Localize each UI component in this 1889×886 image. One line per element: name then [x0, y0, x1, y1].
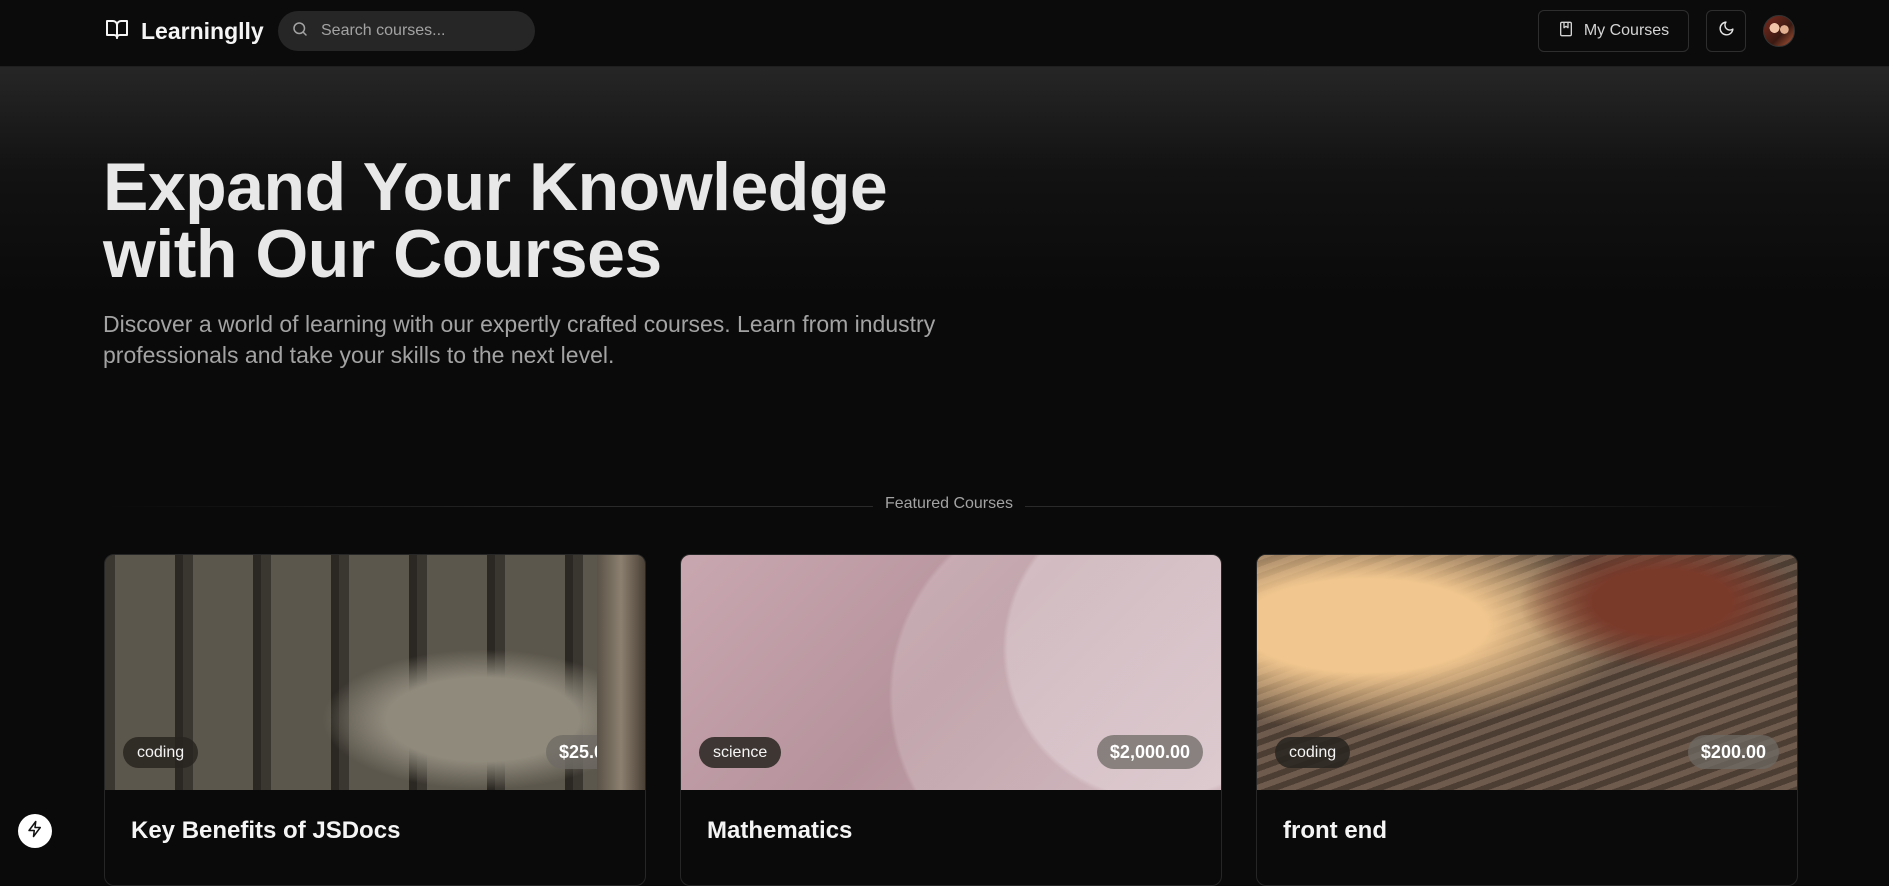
my-courses-label: My Courses — [1583, 22, 1670, 39]
book-open-icon — [103, 17, 131, 46]
avatar[interactable] — [1763, 15, 1795, 47]
category-badge: coding — [1275, 737, 1351, 768]
course-title[interactable]: front end — [1283, 817, 1387, 845]
moon-icon — [1718, 20, 1735, 42]
featured-courses-label: Featured Courses — [872, 495, 1026, 513]
course-thumbnail: coding $25.00 — [105, 555, 645, 790]
price-badge: $25.00 — [545, 735, 627, 769]
search-input[interactable] — [321, 22, 521, 40]
hero-subtitle: Discover a world of learning with our ex… — [103, 309, 963, 371]
dev-tools-button[interactable] — [18, 814, 52, 848]
top-navbar: Learninglly My Courses — [0, 0, 1889, 67]
app-name: Learninglly — [141, 18, 264, 44]
my-courses-button[interactable]: My Courses — [1538, 10, 1689, 52]
course-thumbnail: coding $200.00 — [1257, 555, 1797, 790]
featured-courses-divider: Featured Courses — [103, 493, 1795, 517]
hero-subtitle-line-1: Discover a world of learning with our ex… — [103, 311, 936, 337]
course-thumbnail: science $2,000.00 — [681, 555, 1221, 790]
course-title[interactable]: Key Benefits of JSDocs — [131, 817, 400, 845]
hero-subtitle-line-2: professionals and take your skills to th… — [103, 342, 615, 368]
search-icon — [291, 20, 309, 43]
price-badge: $200.00 — [1687, 735, 1779, 769]
category-badge: coding — [123, 737, 199, 768]
logo[interactable]: Learninglly — [103, 17, 264, 46]
hero-title-line-2: with Our Courses — [103, 216, 662, 292]
course-title[interactable]: Mathematics — [707, 817, 852, 845]
course-card[interactable]: coding $25.00 Key Benefits of JSDocs — [104, 554, 646, 886]
category-badge: science — [699, 737, 782, 768]
price-badge: $2,000.00 — [1096, 735, 1203, 769]
hero-title: Expand Your Knowledge with Our Courses — [103, 153, 1003, 288]
bolt-icon — [26, 820, 44, 843]
course-card[interactable]: science $2,000.00 Mathematics — [680, 554, 1222, 886]
hero-title-line-1: Expand Your Knowledge — [103, 149, 888, 225]
search-bar[interactable] — [278, 11, 535, 51]
theme-toggle-button[interactable] — [1706, 10, 1746, 52]
course-card[interactable]: coding $200.00 front end — [1256, 554, 1798, 886]
bookmark-icon — [1558, 20, 1574, 43]
